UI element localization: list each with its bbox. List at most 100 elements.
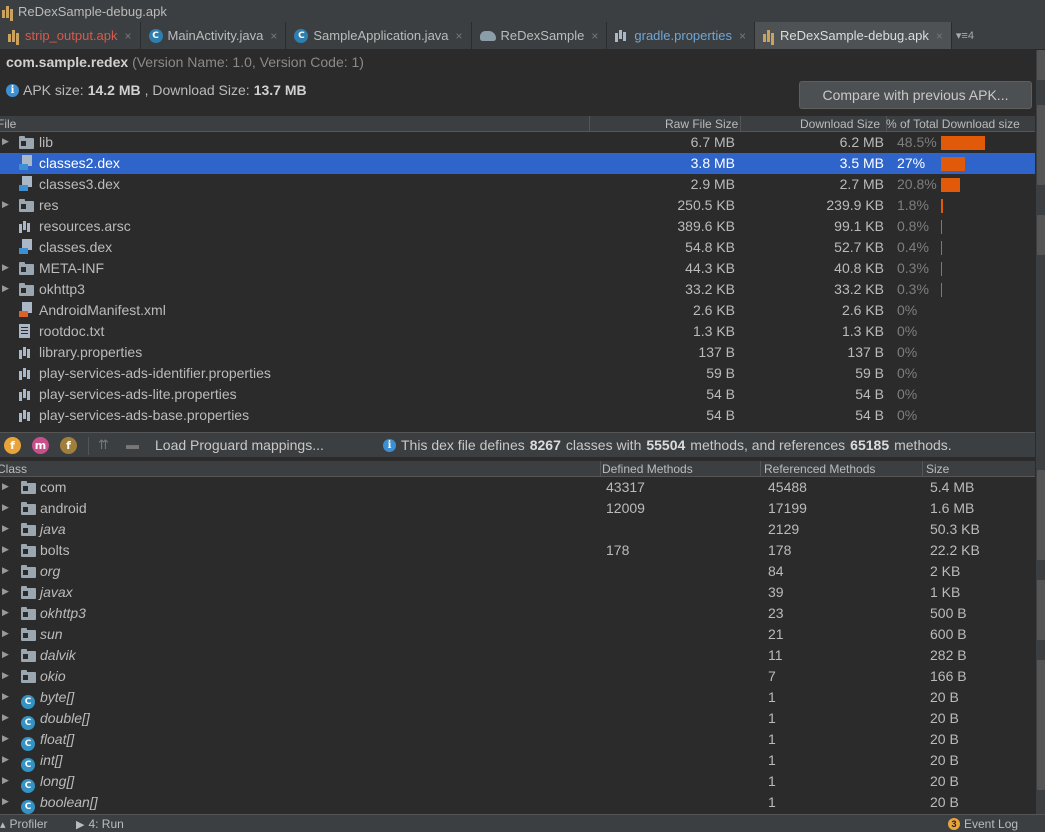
editor-tab[interactable]: ReDexSample × bbox=[472, 22, 608, 49]
apk-icon bbox=[2, 5, 14, 18]
flatten-packages-icon[interactable]: ⇈ bbox=[98, 437, 109, 453]
expand-arrow-icon[interactable]: ▶ bbox=[2, 544, 9, 555]
class-row[interactable]: ▶ Cboolean[] 1 20 B bbox=[0, 792, 1035, 814]
tool-window-tab[interactable] bbox=[1037, 660, 1045, 790]
file-icon-wrapper bbox=[19, 220, 33, 236]
file-row[interactable]: play-services-ads-base.properties 54 B 54 … bbox=[0, 405, 1035, 426]
expand-arrow-icon[interactable]: ▶ bbox=[2, 481, 9, 492]
file-row[interactable]: resources.arsc 389.6 KB 99.1 KB 0.8% bbox=[0, 216, 1035, 237]
run-tool-button[interactable]: ▶ 4: Run bbox=[76, 817, 124, 831]
expand-arrow-icon[interactable]: ▶ bbox=[2, 586, 9, 597]
percent-of-total: 0% bbox=[897, 302, 918, 318]
class-row[interactable]: ▶ Cint[] 1 20 B bbox=[0, 750, 1035, 772]
expand-arrow-icon[interactable]: ▶ bbox=[2, 628, 9, 639]
event-log-button[interactable]: 3 Event Log bbox=[948, 817, 1018, 831]
editor-tab[interactable]: C SampleApplication.java × bbox=[286, 22, 472, 49]
class-row[interactable]: ▶ android 12009 17199 1.6 MB bbox=[0, 498, 1035, 519]
class-row[interactable]: ▶ okhttp3 23 500 B bbox=[0, 603, 1035, 624]
expand-arrow-icon[interactable]: ▶ bbox=[2, 754, 9, 765]
close-icon[interactable]: × bbox=[936, 29, 943, 43]
expand-arrow-icon[interactable]: ▶ bbox=[2, 775, 9, 786]
folder-icon bbox=[19, 136, 34, 149]
class-row[interactable]: ▶ javax 39 1 KB bbox=[0, 582, 1035, 603]
class-row[interactable]: ▶ Cdouble[] 1 20 B bbox=[0, 708, 1035, 730]
class-row[interactable]: ▶ dalvik 11 282 B bbox=[0, 645, 1035, 666]
column-header-referenced-methods[interactable]: Referenced Methods bbox=[764, 462, 875, 476]
column-header-raw-size[interactable]: Raw File Size bbox=[665, 117, 738, 131]
expand-arrow-icon[interactable]: ▶ bbox=[2, 712, 9, 723]
load-proguard-mappings-link[interactable]: Load Proguard mappings... bbox=[155, 437, 324, 453]
file-row[interactable]: classes.dex 54.8 KB 52.7 KB 0.4% bbox=[0, 237, 1035, 258]
column-header-class[interactable]: Class bbox=[0, 462, 27, 476]
file-row[interactable]: classes3.dex 2.9 MB 2.7 MB 20.8% bbox=[0, 174, 1035, 195]
expand-arrow-icon[interactable]: ▶ bbox=[2, 565, 9, 576]
file-row[interactable]: play-services-ads-identifier.properties 5… bbox=[0, 363, 1035, 384]
editor-tab[interactable]: ReDexSample-debug.apk × bbox=[754, 22, 952, 49]
class-row[interactable]: ▶ okio 7 166 B bbox=[0, 666, 1035, 687]
close-icon[interactable]: × bbox=[270, 29, 277, 43]
expand-arrow-icon[interactable]: ▶ bbox=[2, 691, 9, 702]
file-row[interactable]: ▶ lib 6.7 MB 6.2 MB 48.5% bbox=[0, 132, 1035, 153]
class-row[interactable]: ▶ Cbyte[] 1 20 B bbox=[0, 687, 1035, 709]
download-size: 137 B bbox=[847, 344, 884, 360]
expand-arrow-icon[interactable]: ▶ bbox=[2, 607, 9, 618]
show-fields-icon[interactable]: f bbox=[4, 437, 21, 454]
class-icon-wrapper bbox=[21, 607, 36, 623]
expand-arrow-icon[interactable]: ▶ bbox=[2, 649, 9, 660]
file-row[interactable]: ▶ META-INF 44.3 KB 40.8 KB 0.3% bbox=[0, 258, 1035, 279]
editor-tab[interactable]: C MainActivity.java × bbox=[141, 22, 287, 49]
file-row[interactable]: play-services-ads-lite.properties 54 B 54 … bbox=[0, 384, 1035, 405]
file-row[interactable]: library.properties 137 B 137 B 0% bbox=[0, 342, 1035, 363]
tool-window-tab[interactable] bbox=[1037, 470, 1045, 560]
tool-window-tab[interactable] bbox=[1037, 105, 1045, 185]
show-referenced-icon[interactable]: f bbox=[60, 437, 77, 454]
profiler-tool-button[interactable]: ▴ Profiler bbox=[0, 817, 48, 831]
class-row[interactable]: ▶ Cfloat[] 1 20 B bbox=[0, 729, 1035, 751]
expand-arrow-icon[interactable]: ▶ bbox=[2, 502, 9, 513]
file-row[interactable]: classes2.dex 3.8 MB 3.5 MB 27% bbox=[0, 153, 1035, 174]
dex-file-icon bbox=[19, 176, 33, 191]
close-icon[interactable]: × bbox=[591, 29, 598, 43]
file-row[interactable]: ▶ okhttp3 33.2 KB 33.2 KB 0.3% bbox=[0, 279, 1035, 300]
class-row[interactable]: ▶ org 84 2 KB bbox=[0, 561, 1035, 582]
file-row[interactable]: AndroidManifest.xml 2.6 KB 2.6 KB 0% bbox=[0, 300, 1035, 321]
class-row[interactable]: ▶ com 43317 45488 5.4 MB bbox=[0, 477, 1035, 498]
class-row[interactable]: ▶ Clong[] 1 20 B bbox=[0, 771, 1035, 793]
editor-tab[interactable]: gradle.properties × bbox=[607, 22, 755, 49]
expand-arrow-icon[interactable]: ▶ bbox=[2, 283, 9, 294]
column-header-download-size[interactable]: Download Size bbox=[800, 117, 880, 131]
close-icon[interactable]: × bbox=[456, 29, 463, 43]
tool-window-tab[interactable] bbox=[1037, 50, 1045, 80]
expand-arrow-icon[interactable]: ▶ bbox=[2, 199, 9, 210]
close-icon[interactable]: × bbox=[125, 29, 132, 43]
file-row[interactable]: ▶ res 250.5 KB 239.9 KB 1.8% bbox=[0, 195, 1035, 216]
expand-arrow-icon[interactable]: ▶ bbox=[2, 733, 9, 744]
raw-size: 44.3 KB bbox=[685, 260, 735, 276]
class-icon: C bbox=[21, 695, 35, 709]
expand-arrow-icon[interactable]: ▶ bbox=[2, 796, 9, 807]
file-row[interactable]: rootdoc.txt 1.3 KB 1.3 KB 0% bbox=[0, 321, 1035, 342]
show-removed-icon[interactable]: ▬ bbox=[126, 437, 139, 452]
tool-window-tab[interactable] bbox=[1037, 580, 1045, 640]
tab-overflow-button[interactable]: ▾≡ 4 bbox=[952, 22, 978, 49]
expand-arrow-icon[interactable]: ▶ bbox=[2, 262, 9, 273]
expand-arrow-icon[interactable]: ▶ bbox=[2, 670, 9, 681]
column-header-size[interactable]: Size bbox=[926, 462, 949, 476]
show-methods-icon[interactable]: m bbox=[32, 437, 49, 454]
column-header-percent[interactable]: % of Total Download size bbox=[886, 117, 1020, 131]
class-row[interactable]: ▶ java 2129 50.3 KB bbox=[0, 519, 1035, 540]
column-header-file[interactable]: File bbox=[0, 117, 16, 131]
percent-of-total: 0.3% bbox=[897, 281, 929, 297]
editor-tab[interactable]: strip_output.apk × bbox=[0, 22, 141, 49]
column-header-defined-methods[interactable]: Defined Methods bbox=[602, 462, 693, 476]
compare-with-previous-apk-button[interactable]: Compare with previous APK... bbox=[799, 81, 1032, 109]
class-row[interactable]: ▶ bolts 178 178 22.2 KB bbox=[0, 540, 1035, 561]
close-icon[interactable]: × bbox=[739, 29, 746, 43]
package-name: com.sample.redex bbox=[6, 54, 129, 70]
class-size: 282 B bbox=[930, 647, 967, 663]
class-row[interactable]: ▶ sun 21 600 B bbox=[0, 624, 1035, 645]
class-name: java bbox=[40, 521, 66, 537]
expand-arrow-icon[interactable]: ▶ bbox=[2, 136, 9, 147]
expand-arrow-icon[interactable]: ▶ bbox=[2, 523, 9, 534]
tool-window-tab[interactable] bbox=[1037, 215, 1045, 255]
